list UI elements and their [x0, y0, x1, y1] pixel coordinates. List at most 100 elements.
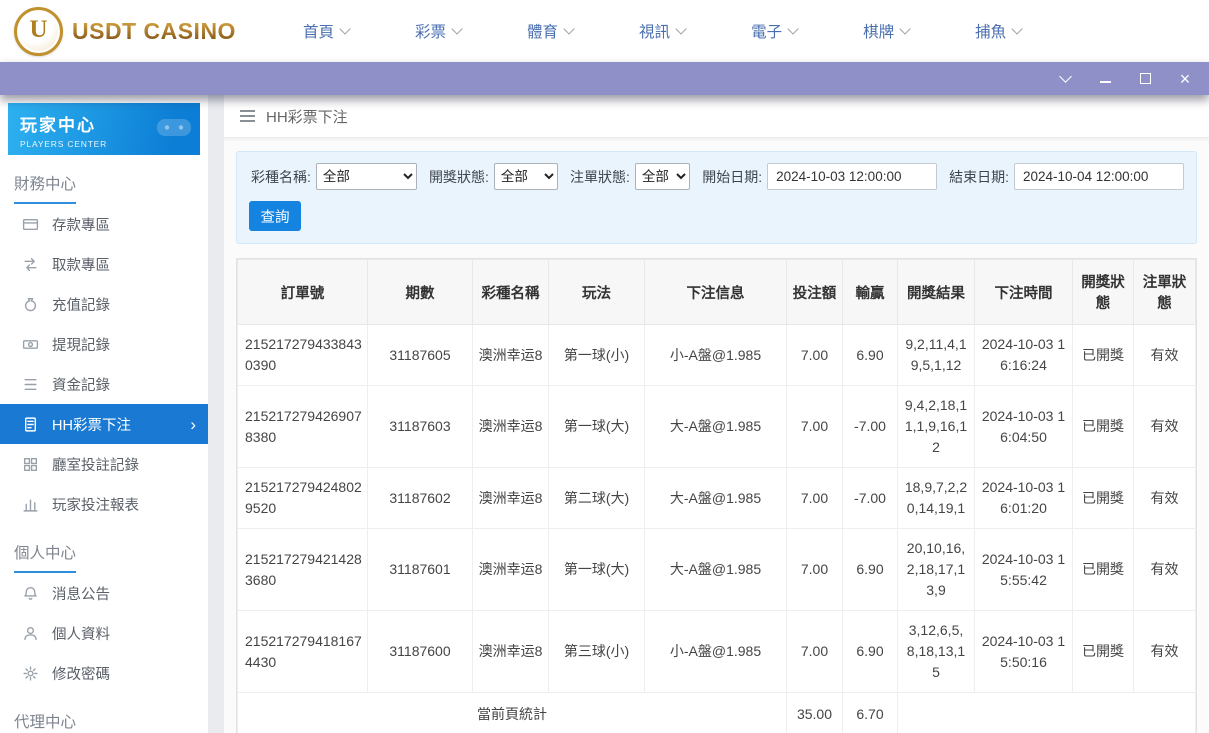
table-cell: -7.00: [843, 468, 898, 529]
table-cell: 9,4,2,18,11,1,9,16,12: [898, 386, 975, 468]
minimize-button[interactable]: [1097, 71, 1113, 87]
filter-panel: 彩種名稱: 全部 開獎狀態: 全部 注單狀態: 全部 開始日期:: [236, 151, 1197, 244]
table-cell: 7.00: [787, 468, 843, 529]
sidebar-item[interactable]: 提現記錄: [0, 324, 208, 364]
chevron-down-icon: [563, 23, 574, 34]
table-cell: 7.00: [787, 386, 843, 468]
chevron-down-icon: [1011, 23, 1022, 34]
sidebar-item-label: 充值記錄: [52, 294, 110, 315]
table-cell: 2024-10-03 15:55:42: [975, 529, 1073, 611]
bets-table: 訂單號期數彩種名稱玩法下注信息投注額輸贏開獎結果下注時間開獎狀態注單狀態 215…: [237, 259, 1196, 733]
sidebar-item-label: 資金記錄: [52, 374, 110, 395]
search-button[interactable]: 查詢: [249, 201, 301, 231]
sidebar-item[interactable]: 存款專區: [0, 204, 208, 244]
draw-status-select[interactable]: 全部: [494, 163, 558, 190]
column-header: 輸贏: [843, 260, 898, 325]
sidebar-item[interactable]: 個人資料: [0, 613, 208, 653]
sidebar-item-label: 消息公告: [52, 583, 110, 604]
nav-item[interactable]: 彩票: [382, 0, 494, 62]
sidebar-item-label: 修改密碼: [52, 663, 110, 684]
window-titlebar: ×: [0, 62, 1209, 95]
sidebar-item-label: HH彩票下注: [52, 414, 131, 435]
table-cell: 6.90: [843, 611, 898, 693]
withdrawal-record-icon: [22, 336, 39, 353]
order-status-select[interactable]: 全部: [635, 163, 690, 190]
nav-item[interactable]: 電子: [718, 0, 830, 62]
order-status-label: 注單狀態:: [570, 167, 630, 187]
summary-bet-total: 35.00: [787, 693, 843, 733]
column-header: 期數: [368, 260, 473, 325]
sidebar-item[interactable]: 取款專區: [0, 244, 208, 284]
sidebar-item-label: 存款專區: [52, 214, 110, 235]
table-header: 訂單號期數彩種名稱玩法下注信息投注額輸贏開獎結果下注時間開獎狀態注單狀態: [238, 260, 1196, 325]
table-cell: 第一球(大): [549, 529, 645, 611]
maximize-button[interactable]: [1137, 71, 1153, 87]
hamburger-menu-icon[interactable]: [240, 110, 255, 121]
sidebar-item[interactable]: HH彩票下注 ›: [0, 404, 208, 444]
table-cell: 2024-10-03 16:16:24: [975, 325, 1073, 386]
nav-item-label: 捕魚: [975, 20, 1006, 42]
recharge-record-icon: [22, 296, 39, 313]
table-cell: 有效: [1134, 611, 1196, 693]
chevron-down-icon: [675, 23, 686, 34]
table-body: 215217279433843039031187605澳洲幸运8第一球(小)小-…: [238, 325, 1196, 733]
brand-logo[interactable]: U USDT CASINO: [14, 7, 242, 56]
window-menu-chevron-icon[interactable]: [1057, 71, 1073, 87]
page-title: HH彩票下注: [266, 106, 348, 127]
table-cell: 2152172794269078380: [238, 386, 368, 468]
sidebar-item[interactable]: 消息公告: [0, 573, 208, 613]
app-window: U USDT CASINO 首頁彩票體育視訊電子棋牌捕魚 × 玩家中心 PLAY…: [0, 0, 1209, 733]
table-cell: 20,10,16,2,18,17,13,9: [898, 529, 975, 611]
password-icon: [22, 665, 39, 682]
table-cell: 已開獎: [1073, 611, 1134, 693]
table-cell: 2152172794214283680: [238, 529, 368, 611]
nav-item[interactable]: 視訊: [606, 0, 718, 62]
sidebar-item[interactable]: 玩家投注報表: [0, 484, 208, 524]
sidebar-item[interactable]: 充值記錄: [0, 284, 208, 324]
table-cell: 31187602: [368, 468, 473, 529]
sidebar-item-label: 取款專區: [52, 254, 110, 275]
column-header: 注單狀態: [1134, 260, 1196, 325]
table-cell: 第三球(小): [549, 611, 645, 693]
sidebar-section-label: 代理中心: [14, 710, 76, 733]
gamepad-icon: [156, 115, 192, 144]
column-header: 訂單號: [238, 260, 368, 325]
end-date-input[interactable]: [1014, 163, 1184, 190]
sidebar-item-label: 個人資料: [52, 623, 110, 644]
nav-item[interactable]: 首頁: [270, 0, 382, 62]
lottery-name-select[interactable]: 全部: [316, 163, 417, 190]
sidebar-item[interactable]: 資金記錄: [0, 364, 208, 404]
nav-item[interactable]: 棋牌: [830, 0, 942, 62]
sidebar-section-heading: 個人中心: [0, 528, 208, 573]
table-cell: 2024-10-03 16:01:20: [975, 468, 1073, 529]
sidebar-item[interactable]: 廳室投註記錄: [0, 444, 208, 484]
sidebar-item-label: 提現記錄: [52, 334, 110, 355]
summary-empty-cell: [898, 693, 1196, 733]
close-button[interactable]: ×: [1177, 71, 1193, 87]
funds-record-icon: [22, 376, 39, 393]
lottery-bets-icon: [22, 416, 39, 433]
table-cell: 小-A盤@1.985: [645, 611, 787, 693]
column-header: 下注信息: [645, 260, 787, 325]
sidebar-item[interactable]: 修改密碼: [0, 653, 208, 693]
nav-item-label: 電子: [751, 20, 782, 42]
table-cell: 2024-10-03 15:50:16: [975, 611, 1073, 693]
table-cell: 澳洲幸运8: [473, 529, 549, 611]
nav-item[interactable]: 體育: [494, 0, 606, 62]
sidebar-menu: 財務中心存款專區取款專區充值記錄提現記錄資金記錄HH彩票下注›廳室投註記錄玩家投…: [0, 159, 208, 733]
sidebar-section-heading: 代理中心: [0, 697, 208, 733]
start-date-input[interactable]: [767, 163, 937, 190]
table-row: 215217279421428368031187601澳洲幸运8第一球(大)大-…: [238, 529, 1196, 611]
table-cell: 2152172794248029520: [238, 468, 368, 529]
draw-status-label: 開獎狀態:: [429, 167, 489, 187]
summary-win-loss: 6.70: [843, 693, 898, 733]
bets-table-container: 訂單號期數彩種名稱玩法下注信息投注額輸贏開獎結果下注時間開獎狀態注單狀態 215…: [236, 258, 1197, 733]
nav-item-label: 體育: [527, 20, 558, 42]
summary-label: 當前頁統計: [238, 693, 787, 733]
top-header: U USDT CASINO 首頁彩票 體育 視訊 電子 棋牌 捕魚: [0, 0, 1209, 62]
chevron-right-icon: ›: [190, 416, 196, 433]
main-panel: HH彩票下注 彩種名稱: 全部 開獎狀態: 全部 注單狀態:: [224, 95, 1209, 733]
column-header: 下注時間: [975, 260, 1073, 325]
column-header: 開獎結果: [898, 260, 975, 325]
nav-item[interactable]: 捕魚: [942, 0, 1054, 62]
